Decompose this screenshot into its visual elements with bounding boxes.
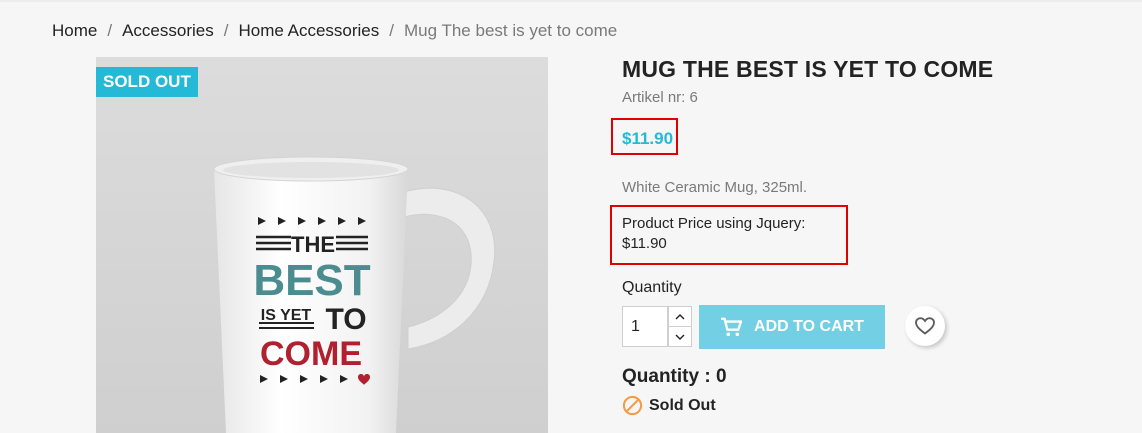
product-image[interactable]: THE BEST IS YET TO COME SOLD OUT bbox=[96, 57, 548, 433]
add-to-cart-label: ADD TO CART bbox=[754, 318, 864, 335]
wishlist-button[interactable] bbox=[905, 306, 945, 346]
reference-value: 6 bbox=[689, 89, 698, 106]
add-to-cart-button[interactable]: ADD TO CART bbox=[699, 305, 885, 349]
chevron-down-icon bbox=[675, 334, 685, 340]
product-short-description: White Ceramic Mug, 325ml. bbox=[622, 179, 808, 196]
svg-text:THE: THE bbox=[291, 232, 335, 257]
shopping-cart-icon bbox=[721, 317, 743, 337]
breadcrumb-home-accessories[interactable]: Home Accessories bbox=[238, 21, 379, 41]
mug-illustration: THE BEST IS YET TO COME bbox=[96, 57, 548, 433]
svg-text:BEST: BEST bbox=[253, 256, 370, 305]
top-divider bbox=[0, 0, 1142, 2]
heart-outline-icon bbox=[915, 317, 935, 335]
product-price: $11.90 bbox=[622, 129, 674, 148]
breadcrumb-separator: / bbox=[107, 21, 113, 40]
breadcrumb-separator: / bbox=[223, 21, 229, 40]
block-icon bbox=[622, 395, 643, 416]
svg-text:TO: TO bbox=[325, 303, 366, 336]
stock-quantity: Quantity : 0 bbox=[622, 366, 727, 387]
stock-status-label: Sold Out bbox=[649, 396, 716, 414]
product-reference: Artikel nr: 6 bbox=[622, 89, 698, 106]
stock-status: Sold Out bbox=[622, 395, 716, 416]
breadcrumb: Home / Accessories / Home Accessories / … bbox=[52, 21, 617, 41]
jquery-price-label: Product Price using Jquery: bbox=[622, 215, 806, 232]
breadcrumb-accessories[interactable]: Accessories bbox=[122, 21, 214, 41]
svg-text:COME: COME bbox=[260, 335, 362, 373]
jquery-price-value: $11.90 bbox=[622, 235, 667, 252]
product-title: MUG THE BEST IS YET TO COME bbox=[622, 56, 994, 82]
breadcrumb-separator: / bbox=[389, 21, 394, 40]
svg-text:IS YET: IS YET bbox=[261, 307, 312, 324]
quantity-input[interactable] bbox=[622, 306, 668, 347]
breadcrumb-current: Mug The best is yet to come bbox=[403, 21, 618, 40]
reference-label: Artikel nr: bbox=[622, 89, 686, 106]
breadcrumb-home[interactable]: Home bbox=[52, 21, 97, 41]
quantity-increase-button[interactable] bbox=[668, 306, 692, 327]
sold-out-badge: SOLD OUT bbox=[96, 67, 198, 97]
quantity-label: Quantity bbox=[622, 279, 682, 296]
quantity-decrease-button[interactable] bbox=[668, 326, 692, 347]
chevron-up-icon bbox=[675, 313, 685, 319]
